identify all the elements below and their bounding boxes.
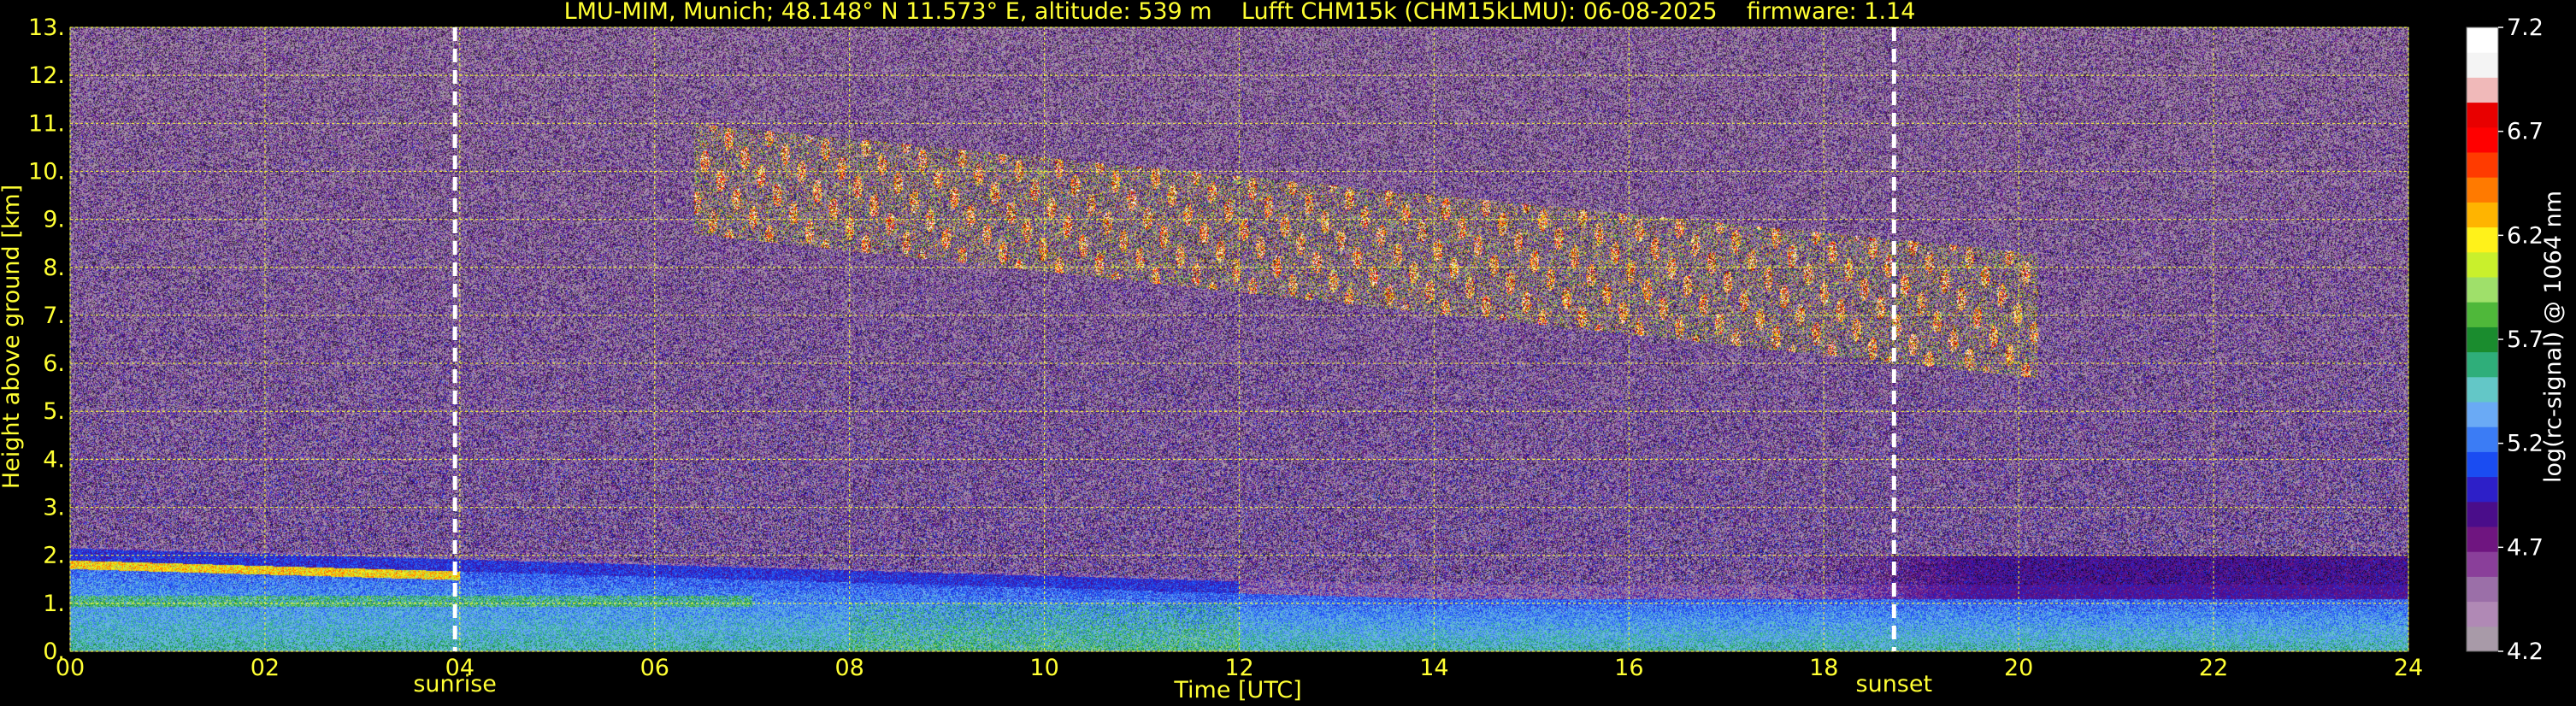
colorbar-segment [2467, 277, 2498, 303]
x-tick-label: 18 [1809, 655, 1838, 681]
colorbar-tick-label: 4.2 [2507, 638, 2544, 665]
y-tick-label: 0. [43, 638, 65, 665]
x-tick-label: 08 [834, 655, 864, 681]
colorbar-segment [2467, 601, 2498, 627]
colorbar-segment [2467, 126, 2498, 153]
colorbar-segment [2467, 402, 2498, 427]
y-tick-label: 2. [43, 543, 65, 569]
colorbar-tick-label: 5.2 [2507, 431, 2544, 457]
y-tick-label: 5. [43, 398, 65, 425]
y-tick-label: 6. [43, 350, 65, 377]
colorbar-label: log(rc-signal) @ 1064 nm [2540, 191, 2567, 483]
colorbar-tick-label: 7.2 [2507, 15, 2544, 41]
colorbar-segment [2467, 177, 2498, 203]
y-tick-label: 9. [43, 207, 65, 233]
colorbar-tick-label: 6.7 [2507, 119, 2544, 145]
colorbar-segment [2467, 27, 2498, 53]
x-tick-label: 02 [251, 655, 280, 681]
x-tick-label: 16 [1614, 655, 1643, 681]
colorbar [2466, 26, 2499, 652]
colorbar-segment [2467, 351, 2498, 378]
colorbar-segment [2467, 152, 2498, 178]
ceilometer-chart: sunrise sunset 00 02 04 06 08 10 12 14 16 18 20 22 24… [0, 0, 2576, 706]
x-tick-label: 20 [2004, 655, 2033, 681]
chart-title: LMU-MIM, Munich; 48.148° N 11.573° E, al… [564, 0, 1916, 25]
colorbar-segment [2467, 476, 2498, 503]
y-tick-label: 3. [43, 495, 65, 521]
colorbar-segment [2467, 626, 2498, 652]
y-tick-label: 7. [43, 303, 65, 329]
colorbar-segment [2467, 227, 2498, 253]
y-tick-label: 8. [43, 255, 65, 281]
x-tick-label: 06 [640, 655, 669, 681]
colorbar-segment [2467, 501, 2498, 527]
x-tick-label: 24 [2394, 655, 2423, 681]
y-tick-label: 4. [43, 446, 65, 473]
colorbar-segment [2467, 451, 2498, 478]
y-tick-label: 1. [43, 591, 65, 617]
y-tick-label: 10. [28, 158, 65, 185]
colorbar-segment [2467, 327, 2498, 353]
x-axis-label: Time [UTC] [1173, 677, 1301, 703]
y-tick-label: 11. [28, 110, 65, 137]
colorbar-segment [2467, 102, 2498, 128]
y-tick-label: 12. [28, 62, 65, 89]
colorbar-segment [2467, 52, 2498, 78]
colorbar-segment [2467, 251, 2498, 278]
x-tick-label: 14 [1419, 655, 1448, 681]
colorbar-tick-label: 5.7 [2507, 327, 2544, 353]
colorbar-segment [2467, 427, 2498, 452]
colorbar-segment [2467, 77, 2498, 103]
y-tick-label: 13. [28, 15, 65, 41]
colorbar-segment [2467, 302, 2498, 327]
event-label-sunset: sunset [1856, 671, 1933, 697]
x-tick-label: 10 [1029, 655, 1058, 681]
y-axis-label: Height above ground [km] [0, 185, 25, 489]
colorbar-segment [2467, 376, 2498, 403]
x-tick-label: 22 [2199, 655, 2228, 681]
colorbar-segment [2467, 576, 2498, 603]
colorbar-tick-label: 6.2 [2507, 222, 2544, 249]
colorbar-segment [2467, 527, 2498, 552]
x-tick-label: 04 [445, 655, 475, 681]
colorbar-segment [2467, 551, 2498, 577]
colorbar-tick-label: 4.7 [2507, 534, 2544, 561]
colorbar-segment [2467, 202, 2498, 228]
